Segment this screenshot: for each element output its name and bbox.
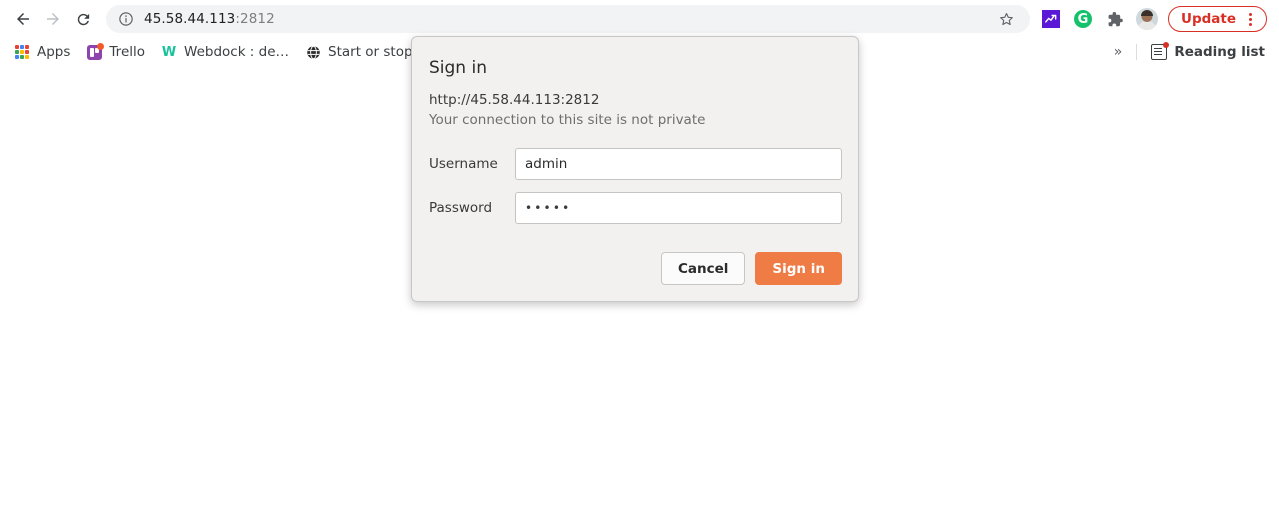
grammarly-extension-button[interactable]: G [1068, 4, 1098, 34]
url-host: 45.58.44.113 [144, 11, 236, 27]
bookmark-star-button[interactable] [994, 6, 1020, 32]
reload-icon [77, 13, 89, 25]
url-port: :2812 [235, 11, 275, 27]
bookmark-label: Webdock : de… [184, 44, 290, 60]
analytics-extension-icon [1041, 10, 1060, 28]
dialog-title: Sign in [429, 58, 487, 78]
browser-toolbar: 45.58.44.113:2812 G Update [0, 0, 1279, 38]
dialog-url: http://45.58.44.113:2812 [429, 92, 600, 108]
kebab-menu-icon[interactable] [1242, 10, 1258, 28]
bookmarks-separator [1136, 44, 1138, 60]
update-button[interactable]: Update [1167, 6, 1267, 32]
profile-avatar-icon [1135, 8, 1158, 30]
grammarly-extension-icon: G [1073, 10, 1092, 28]
username-input[interactable] [515, 148, 842, 180]
bookmark-apps[interactable]: Apps [6, 40, 78, 64]
webdock-icon: W [161, 44, 177, 60]
apps-grid-shape [15, 45, 29, 59]
kebab-dot [1248, 17, 1252, 21]
reading-list-dot [1163, 42, 1170, 48]
browser-window: 45.58.44.113:2812 G Update Apps Trello W… [0, 0, 1279, 530]
apps-grid-icon [14, 44, 30, 60]
bookmark-start-or-stop[interactable]: Start or stop [297, 40, 421, 64]
webdock-icon-letter: W [161, 44, 177, 60]
avatar-body [1137, 21, 1157, 30]
arrow-left-icon [17, 13, 29, 25]
chart-arrow-icon [1045, 14, 1057, 23]
password-label: Password [429, 200, 493, 216]
reload-button[interactable] [68, 4, 98, 34]
kebab-dot [1248, 12, 1252, 16]
password-row: Password [428, 192, 842, 224]
bookmark-trello[interactable]: Trello [78, 40, 153, 64]
reading-list-icon [1151, 42, 1170, 60]
kebab-dot [1248, 22, 1252, 26]
address-bar[interactable]: 45.58.44.113:2812 [106, 5, 1030, 33]
arrow-right-icon [47, 13, 59, 25]
globe-icon [305, 44, 321, 60]
profile-avatar-button[interactable] [1132, 4, 1162, 34]
star-bookmark-icon [1000, 12, 1014, 25]
username-label: Username [429, 156, 498, 172]
globe-icon-shape [306, 45, 320, 59]
bookmark-label: Trello [109, 44, 146, 60]
reading-list-label: Reading list [1174, 44, 1265, 60]
bookmark-label: Start or stop [328, 44, 413, 60]
bookmark-webdock[interactable]: W Webdock : de… [153, 40, 297, 64]
update-button-label: Update [1180, 11, 1236, 27]
analytics-extension-button[interactable] [1036, 4, 1066, 34]
username-row: Username [428, 148, 842, 180]
notification-dot [96, 42, 104, 50]
trello-icon-shape [86, 42, 104, 60]
info-circle-icon[interactable] [118, 11, 134, 27]
avatar-hair [1140, 10, 1153, 16]
bookmarks-overflow-button[interactable]: » [1106, 44, 1131, 60]
extensions-button[interactable] [1100, 4, 1130, 34]
forward-button[interactable] [38, 4, 68, 34]
dialog-connection-warning: Your connection to this site is not priv… [429, 112, 706, 128]
sign-in-dialog: Sign in http://45.58.44.113:2812 Your co… [411, 36, 859, 302]
sign-in-button[interactable]: Sign in [755, 252, 842, 285]
cancel-button[interactable]: Cancel [661, 252, 746, 285]
back-button[interactable] [8, 4, 38, 34]
password-input[interactable] [515, 192, 842, 224]
reading-list-button[interactable]: Reading list [1143, 42, 1273, 60]
bookmark-label: Apps [37, 44, 71, 60]
dialog-actions: Cancel Sign in [428, 252, 842, 285]
extensions-puzzle-icon [1109, 11, 1124, 26]
trello-icon [86, 42, 104, 60]
url-text: 45.58.44.113:2812 [144, 11, 275, 27]
